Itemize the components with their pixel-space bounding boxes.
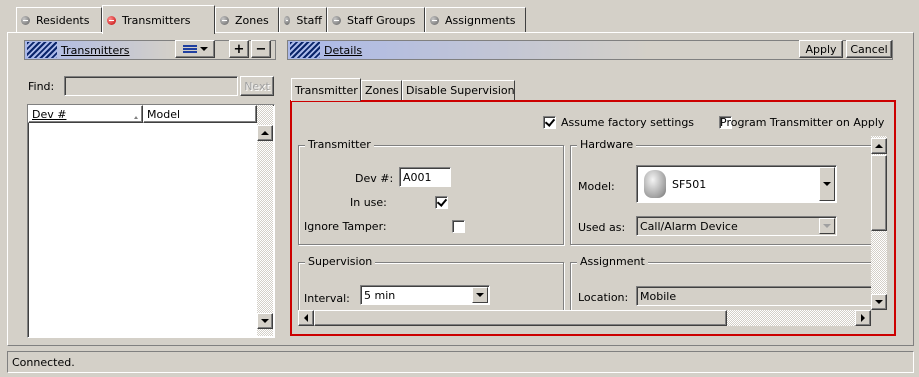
tab-assignments[interactable]: Assignments [425, 7, 526, 33]
scroll-up-button[interactable] [871, 138, 887, 154]
column-header-label: Model [147, 108, 181, 121]
arrow-up-icon [261, 131, 269, 135]
used-as-label: Used as: [578, 221, 626, 234]
horizontal-scroll-thumb[interactable] [314, 310, 727, 326]
model-label: Model: [578, 180, 615, 193]
cancel-button[interactable]: Cancel [846, 40, 892, 58]
arrow-down-icon [261, 319, 269, 323]
column-header-label: Dev # [32, 108, 67, 121]
next-button[interactable]: Next [240, 76, 274, 96]
scroll-down-button[interactable] [871, 294, 887, 310]
find-label: Find: [28, 80, 55, 93]
status-text: Connected. [12, 355, 75, 369]
group-legend: Supervision [305, 255, 376, 268]
header-stripe-icon [27, 42, 57, 58]
arrow-left-icon [304, 314, 308, 322]
apply-button[interactable]: Apply [799, 40, 843, 58]
model-value: SF501 [672, 177, 707, 191]
pendant-icon [644, 170, 666, 198]
group-legend: Assignment [577, 255, 648, 268]
scroll-down-button[interactable] [257, 313, 273, 329]
panel-title: Transmitters [61, 43, 130, 57]
chevron-down-icon [823, 182, 831, 186]
add-transmitter-button[interactable]: + [229, 40, 249, 58]
arrow-down-icon [875, 300, 883, 304]
tab-zones-detail[interactable]: Zones [361, 80, 402, 100]
vertical-scroll-thumb[interactable] [871, 155, 887, 231]
tab-bullet-icon [21, 16, 30, 25]
sort-indicator-icon [134, 115, 138, 119]
tab-bullet-icon [220, 16, 229, 25]
dropdown-button[interactable] [819, 167, 835, 201]
panel-title: Details [324, 43, 363, 57]
used-as-select[interactable]: Call/Alarm Device [636, 216, 837, 236]
transmitter-list[interactable]: Dev # Model [27, 104, 275, 338]
dropdown-button[interactable] [819, 218, 835, 234]
dev-number-input[interactable]: A001 [399, 167, 451, 187]
scroll-corner [871, 310, 887, 326]
arrow-right-icon [861, 314, 865, 322]
used-as-value: Call/Alarm Device [640, 219, 738, 233]
tab-bullet-icon [332, 16, 341, 25]
assume-factory-checkbox[interactable] [543, 116, 556, 129]
chevron-down-icon [823, 224, 831, 228]
location-label: Location: [578, 291, 629, 304]
tab-zones[interactable]: Zones [215, 7, 279, 33]
tab-label: Staff [296, 14, 322, 27]
program-transmitter-label: Program Transmitter on Apply [720, 116, 885, 129]
tab-label: Assignments [445, 14, 516, 27]
tab-label: Residents [36, 14, 90, 27]
tab-label: Zones [235, 14, 269, 27]
arrow-up-icon [875, 144, 883, 148]
tab-bullet-icon [430, 16, 439, 25]
view-menu-button[interactable] [175, 40, 215, 58]
detail-tab-strip: Transmitter Zones Disable Supervision [291, 78, 591, 101]
tab-transmitter[interactable]: Transmitter [291, 78, 361, 101]
remove-transmitter-button[interactable]: − [251, 40, 271, 58]
column-header-dev[interactable]: Dev # [28, 105, 143, 123]
group-legend: Hardware [577, 138, 637, 151]
interval-label: Interval: [304, 292, 350, 305]
location-field: Mobile [636, 286, 871, 306]
tab-bullet-icon [107, 15, 116, 25]
ignore-tamper-checkbox[interactable] [451, 220, 465, 233]
tab-residents[interactable]: Residents [16, 7, 102, 33]
in-use-checkbox[interactable] [435, 196, 448, 209]
dev-number-label: Dev #: [355, 172, 394, 185]
tab-transmitters[interactable]: Transmitters [102, 5, 215, 34]
tab-label: Transmitters [122, 13, 191, 27]
scroll-up-button[interactable] [257, 125, 273, 141]
ignore-tamper-label: Ignore Tamper: [304, 220, 387, 233]
assume-factory-label: Assume factory settings [561, 116, 695, 129]
interval-select[interactable]: 5 min [360, 285, 490, 305]
column-header-model[interactable]: Model [143, 105, 257, 123]
right-scroll-viewport: Hardware Model: SF501 Used as: Call/Alar… [568, 136, 871, 310]
tab-disable-supervision[interactable]: Disable Supervision [402, 80, 515, 100]
chevron-down-icon [199, 47, 208, 51]
tab-staff-groups[interactable]: Staff Groups [327, 7, 425, 33]
header-stripe-icon [290, 42, 320, 58]
chevron-down-icon [476, 293, 484, 297]
list-view-icon [182, 45, 197, 53]
in-use-label: In use: [350, 196, 387, 209]
tab-bullet-icon [284, 16, 291, 25]
tab-label: Staff Groups [347, 14, 416, 27]
scroll-left-button[interactable] [298, 310, 314, 326]
status-bar: Connected. [7, 351, 914, 373]
model-select[interactable]: SF501 [636, 165, 837, 203]
interval-value: 5 min [364, 288, 396, 302]
find-input[interactable] [64, 76, 238, 96]
tab-staff[interactable]: Staff [279, 7, 327, 33]
scroll-right-button[interactable] [855, 310, 871, 326]
group-legend: Transmitter [305, 138, 374, 151]
dropdown-button[interactable] [472, 287, 488, 303]
